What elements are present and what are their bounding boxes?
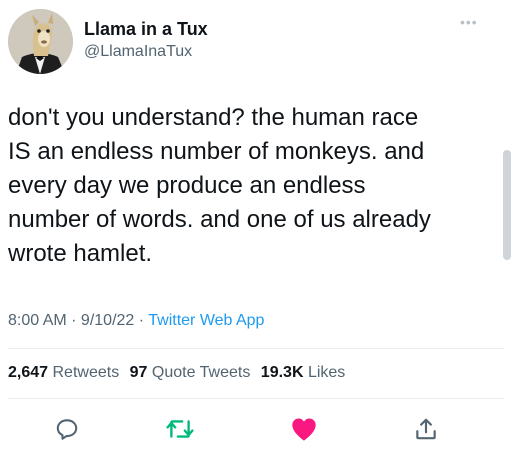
retweet-button[interactable]: [165, 414, 195, 444]
quotes-stat[interactable]: 97 Quote Tweets: [130, 364, 251, 381]
meta-separator: ·: [66, 312, 81, 329]
tweet-meta: 8:00 AM · 9/10/22 · Twitter Web App: [8, 312, 264, 330]
likes-stat[interactable]: 19.3K Likes: [261, 364, 346, 381]
tweet-source[interactable]: Twitter Web App: [148, 312, 264, 329]
share-icon: [416, 418, 436, 440]
divider: [8, 398, 504, 399]
likes-label: Likes: [307, 364, 346, 381]
share-button[interactable]: [411, 414, 441, 444]
tweet-card: Llama in a Tux @LlamaInaTux ••• don't yo…: [0, 0, 512, 456]
llama-tux-avatar-image: [8, 9, 73, 74]
heart-icon: [292, 418, 316, 441]
like-button[interactable]: [289, 414, 319, 444]
likes-count: 19.3K: [260, 364, 304, 381]
scrollbar[interactable]: [503, 150, 511, 260]
meta-separator: ·: [134, 312, 149, 329]
divider: [8, 348, 504, 349]
tweet-date[interactable]: 9/10/22: [81, 312, 134, 329]
retweets-label: Retweets: [52, 364, 120, 381]
reply-button[interactable]: [52, 414, 82, 444]
quotes-label: Quote Tweets: [151, 364, 251, 381]
more-dots-icon[interactable]: •••: [460, 14, 478, 30]
avatar[interactable]: [8, 9, 73, 74]
retweets-stat[interactable]: 2,647 Retweets: [8, 364, 119, 381]
tweet-actions: [0, 414, 512, 448]
retweets-count: 2,647: [8, 364, 49, 381]
tweet-time[interactable]: 8:00 AM: [8, 312, 67, 329]
retweet-icon: [166, 420, 194, 438]
reply-icon: [56, 419, 78, 440]
tweet-stats: 2,647 Retweets 97 Quote Tweets 19.3K Lik…: [8, 364, 345, 382]
quotes-count: 97: [129, 364, 148, 381]
tweet-text: don't you understand? the human race IS …: [8, 104, 431, 267]
author-handle[interactable]: @LlamaInaTux: [84, 43, 192, 61]
author-name[interactable]: Llama in a Tux: [84, 19, 208, 40]
